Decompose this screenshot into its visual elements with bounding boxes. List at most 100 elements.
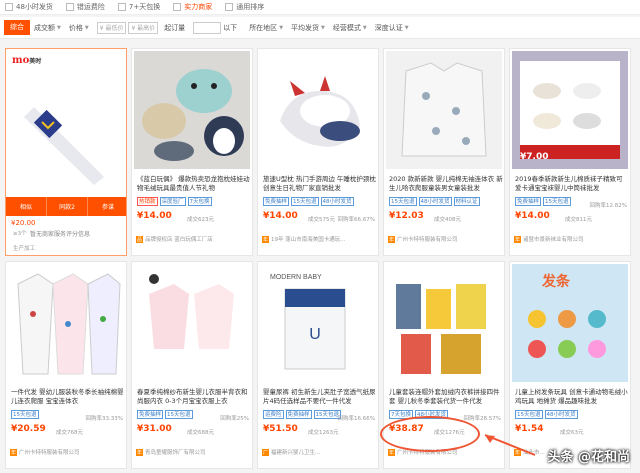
product-card-1[interactable]: mo美时 相似 同款2 参谋 ¥20.00 ≥3个 生产加工	[5, 48, 127, 256]
sold-amount: 成交63元	[560, 430, 584, 436]
arrow-icon	[484, 434, 536, 456]
filter-general[interactable]: 通用排序	[225, 2, 264, 12]
product-title[interactable]: 2019春季新款新生儿棉质袜子精致可爱卡通宝宝袜婴儿中筒袜批发	[515, 175, 629, 193]
product-price: ¥20.59	[11, 424, 46, 434]
tag: 15天包退	[543, 197, 571, 206]
shop-name: 年广州卡特特服装有限公司	[388, 236, 458, 243]
tag: 免费抽样	[515, 197, 542, 206]
product-card-8[interactable]: U MODERN BABY 婴童尿裤 初生新生儿夹肚子宽透气纸尿片4码任选样品不要…	[257, 261, 379, 469]
repurchase-rate: 回购率66.67%	[337, 217, 375, 223]
product-card-4[interactable]: 2020 款新新款 婴儿纯棉无袖连体衣 新生儿哈衣爬服童装男女童装批发 15天包…	[383, 48, 505, 256]
tag: 15天包退	[165, 410, 193, 419]
moq-input[interactable]	[193, 21, 222, 34]
years-badge: 年	[514, 236, 522, 243]
filter-48h[interactable]: 48小时发货	[5, 2, 53, 12]
filter-freight[interactable]: 错运费险	[65, 2, 105, 12]
repurchase-rate: 回购率33.33%	[85, 416, 123, 422]
product-price: ¥12.03	[389, 211, 424, 221]
repurchase-rate: 回购率25%	[220, 416, 249, 422]
product-image: U MODERN BABY	[260, 264, 376, 382]
product-card-7[interactable]: 春夏季纯棉纱布新生婴儿衣服半背衣和尚服内衣 0-3个月宝宝衣服上衣 免费抽样 15…	[131, 261, 253, 469]
tag: 15天包退	[291, 197, 319, 206]
product-price: ¥20.00	[11, 219, 36, 227]
product-card-5[interactable]: ¥7.00 2019春季新款新生儿棉质袜子精致可爱卡通宝宝袜婴儿中筒袜批发 免费…	[509, 48, 631, 256]
chevron-down-icon: ▼	[84, 24, 89, 31]
sort-price[interactable]: 价格 ▼	[69, 23, 89, 33]
sold-amount: 成交623元	[187, 217, 214, 223]
filter-bar: 48小时发货 错运费险 7+天包换 实力商家 通用排序	[0, 0, 640, 15]
tag: 48小时发货	[320, 197, 354, 206]
product-price: ¥14.00	[263, 211, 298, 221]
years-badge: 年	[10, 449, 18, 456]
biz-mode-dropdown[interactable]: 经营模式 ▼	[333, 23, 367, 33]
product-title[interactable]: 旅速U型枕 热门手游周边 午睡枕护颈枕创意生日礼物厂家直销批发	[263, 175, 377, 193]
product-price: ¥14.00	[515, 211, 550, 221]
product-title[interactable]: 婴童尿裤 初生新生儿夹肚子宽透气纸尿片4码任选样品不要代一件代发	[263, 388, 377, 406]
product-image	[386, 264, 502, 382]
region-dropdown[interactable]: 所在地区 ▼	[249, 23, 283, 33]
brand-badge: 品	[136, 236, 144, 243]
svg-text:MODERN BABY: MODERN BABY	[270, 274, 322, 281]
product-title[interactable]: 《蓝白玩偶》 爆款热卖恐龙抱枕娃娃动物毛绒玩具最贵值人节礼物	[137, 175, 251, 193]
tag: 免费抽样	[263, 197, 290, 206]
product-title[interactable]: 春夏季纯棉纱布新生婴儿衣服半背衣和尚服内衣 0-3个月宝宝衣服上衣	[137, 388, 251, 406]
tag-factory: 深度验厂	[159, 197, 186, 206]
product-image: 发条	[512, 264, 628, 382]
svg-text:发条: 发条	[541, 273, 571, 289]
highlight-circle	[380, 416, 480, 452]
years-badge: 年	[136, 449, 144, 456]
tag: 15天包退	[11, 410, 39, 419]
product-image	[134, 51, 250, 169]
tag: 免费抽样	[137, 410, 164, 419]
product-price: ¥51.50	[263, 424, 298, 434]
shop-name: 品品牌授权店 蓝白玩偶工厂店	[136, 236, 213, 243]
product-card-2[interactable]: 《蓝白玩偶》 爆款热卖恐龙抱枕娃娃动物毛绒玩具最贵值人节礼物 热销款 深度验厂 7天…	[131, 48, 253, 256]
tag-row: 免费抽样 15天包退 48小时发货	[263, 197, 378, 206]
product-card-3[interactable]: mo美时 旅速U型枕 热门手游周边 午睡枕护颈枕创意生日礼物厂家直销批发 免费抽…	[257, 48, 379, 256]
tag-exchange: 7天包换	[187, 197, 212, 206]
chevron-down-icon: ▼	[404, 24, 409, 31]
product-image	[134, 264, 250, 382]
tag: 材料认证	[453, 197, 480, 206]
watermark: 头条 @花和尚	[547, 450, 630, 465]
chevron-down-icon: ▼	[279, 24, 284, 31]
sold-amount: 成交688元	[187, 430, 214, 436]
avg-ship-dropdown[interactable]: 平均发货 ▼	[291, 23, 325, 33]
filter-strength[interactable]: 实力商家	[173, 2, 212, 12]
years-badge: 年	[262, 236, 270, 243]
filter-7day[interactable]: 7+天包换	[117, 2, 160, 12]
sort-bar: 综合 成交额 ▼ 价格 ▼ ¥ 最低价 ¥ 最高价 起订量 以下 所在地区 ▼ 平均发…	[0, 17, 640, 39]
shop-type: 生产加工	[13, 246, 36, 252]
product-price: ¥14.00	[137, 211, 172, 221]
price-min-input[interactable]: ¥ 最低价	[96, 21, 127, 34]
product-card-6[interactable]: 一件代发 婴幼儿服装秋冬季长袖纯棉婴儿连衣爬服 宝宝连体衣 15天包退 ¥20.…	[5, 261, 127, 469]
cert-dropdown[interactable]: 深度认证 ▼	[375, 23, 409, 33]
tag-row: 热销款 深度验厂 7天包换	[137, 197, 252, 206]
no-service-note: 暂无商家服务评分信息	[30, 231, 91, 238]
sold-amount: 成交811元	[565, 217, 592, 223]
price-max-input[interactable]: ¥ 最高价	[128, 21, 159, 34]
sort-comprehensive[interactable]: 综合	[4, 20, 30, 35]
tag-row: 15天包退 48小时发货 材料认证	[389, 197, 504, 206]
product-title[interactable]: 2020 款新新款 婴儿纯棉无袖连体衣 新生儿哈衣爬服童装男女童装批发	[389, 175, 503, 193]
advisor-button[interactable]: 参谋	[88, 197, 126, 216]
tag: 15天包退	[515, 410, 543, 419]
shop-name: 年 19年 蓬山市南海美国卡通玩...	[262, 236, 346, 243]
product-title[interactable]: 儿童上树发条玩具 创意卡通动物毛绒小鸡玩具 地摊货 爆品趣味批发	[515, 388, 629, 406]
sold-amount: 成交768元	[56, 430, 83, 436]
years-badge: 年	[388, 449, 396, 456]
same-style-button[interactable]: 同款2	[47, 197, 88, 216]
tag: 48小时发货	[544, 410, 578, 419]
moq-label: 起订量	[164, 23, 186, 32]
chevron-down-icon: ▼	[321, 24, 325, 31]
card-action-bar: 相似 同款2 参谋	[6, 197, 126, 216]
shop-name: 年广州卡特特服装有限公司	[10, 449, 80, 456]
tag: 15天包退	[389, 197, 417, 206]
shop-name: 厂福建新兴婴儿卫生...	[262, 449, 321, 456]
sort-volume[interactable]: 成交额 ▼	[34, 23, 61, 33]
similar-button[interactable]: 相似	[6, 197, 47, 216]
product-title[interactable]: 一件代发 婴幼儿服装秋冬季长袖纯棉婴儿连衣爬服 宝宝连体衣	[11, 388, 125, 406]
years-badge: 年	[388, 236, 396, 243]
product-title[interactable]: 儿童套装连帽外套加绒内衣裤拼接四件套 婴儿秋冬季套装代货一件代发	[389, 388, 503, 406]
product-image	[9, 87, 126, 195]
